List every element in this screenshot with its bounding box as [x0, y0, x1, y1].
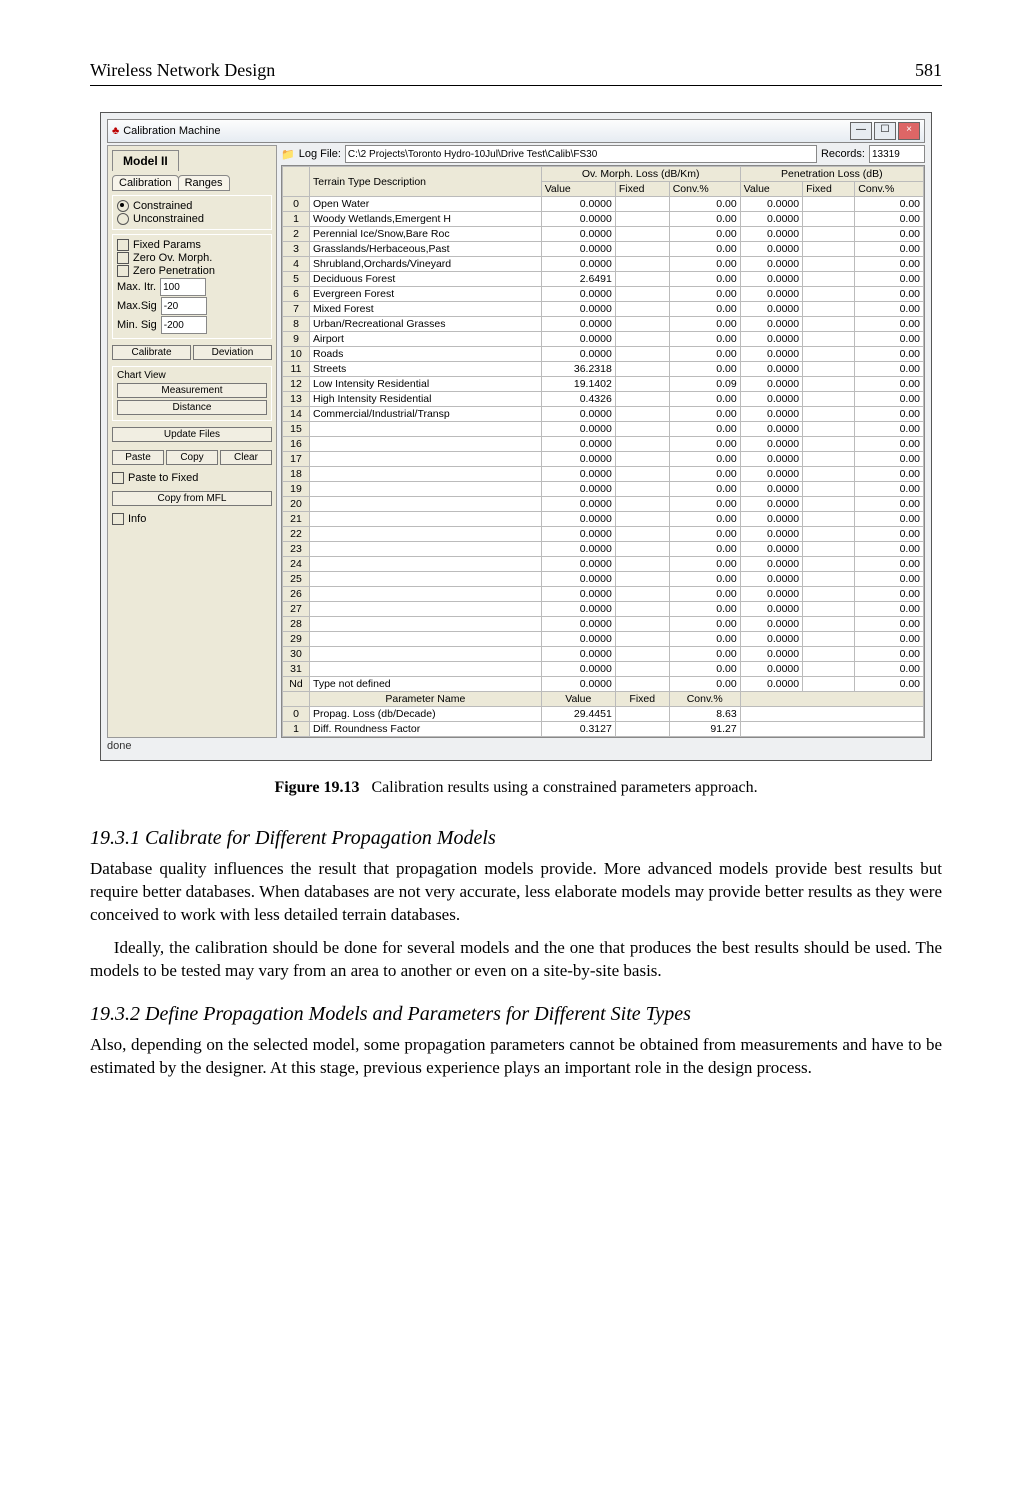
table-row[interactable]: 1Diff. Roundness Factor0.312791.27	[283, 722, 924, 737]
copy-button[interactable]: Copy	[166, 450, 218, 465]
table-row[interactable]: 8Urban/Recreational Grasses0.00000.000.0…	[283, 317, 924, 332]
distance-button[interactable]: Distance	[117, 400, 267, 415]
check-info[interactable]: Info	[112, 513, 272, 525]
terrain-table: Terrain Type Description Ov. Morph. Loss…	[282, 166, 924, 737]
table-row[interactable]: 160.00000.000.00000.00	[283, 437, 924, 452]
radio-unconstrained[interactable]: Unconstrained	[117, 213, 267, 225]
table-row[interactable]: 4Shrubland,Orchards/Vineyard0.00000.000.…	[283, 257, 924, 272]
chart-view-label: Chart View	[117, 370, 267, 381]
check-zero-penetration[interactable]: Zero Penetration	[117, 265, 267, 277]
minimize-button[interactable]: —	[850, 122, 872, 140]
group-ov-morph: Ov. Morph. Loss (dB/Km)	[541, 167, 740, 182]
table-row[interactable]: 9Airport0.00000.000.00000.00	[283, 332, 924, 347]
table-row[interactable]: 0Propag. Loss (db/Decade)29.44518.63	[283, 707, 924, 722]
window-title: Calibration Machine	[123, 125, 220, 137]
col-ov-fixed: Fixed	[615, 182, 669, 197]
check-fixed-params[interactable]: Fixed Params	[117, 239, 267, 251]
table-row[interactable]: 240.00000.000.00000.00	[283, 557, 924, 572]
figure-window: ♣ Calibration Machine — ☐ × Model II Cal…	[100, 112, 932, 761]
table-row[interactable]: NdType not defined0.00000.000.00000.00	[283, 677, 924, 692]
table-row[interactable]: 200.00000.000.00000.00	[283, 497, 924, 512]
status-bar: done	[107, 740, 925, 752]
table-row[interactable]: 2Perennial Ice/Snow,Bare Roc0.00000.000.…	[283, 227, 924, 242]
table-row[interactable]: 220.00000.000.00000.00	[283, 527, 924, 542]
table-row[interactable]: 12Low Intensity Residential19.14020.090.…	[283, 377, 924, 392]
section-19-3-1-p1: Database quality influences the result t…	[90, 858, 942, 927]
col-pen-fixed: Fixed	[803, 182, 855, 197]
app-icon: ♣	[112, 125, 119, 137]
section-19-3-1-p2: Ideally, the calibration should be done …	[90, 937, 942, 983]
table-row[interactable]: 170.00000.000.00000.00	[283, 452, 924, 467]
col-ov-value: Value	[541, 182, 615, 197]
input-max-itr[interactable]	[160, 278, 206, 296]
table-row[interactable]: 0Open Water0.00000.000.00000.00	[283, 197, 924, 212]
table-row[interactable]: 210.00000.000.00000.00	[283, 512, 924, 527]
table-row[interactable]: 11Streets36.23180.000.00000.00	[283, 362, 924, 377]
section-19-3-1-head: 19.3.1 Calibrate for Different Propagati…	[90, 827, 942, 850]
check-zero-ov-morph[interactable]: Zero Ov. Morph.	[117, 252, 267, 264]
col-terrain: Terrain Type Description	[310, 167, 542, 197]
update-files-button[interactable]: Update Files	[112, 427, 272, 442]
table-row[interactable]: 290.00000.000.00000.00	[283, 632, 924, 647]
section-19-3-2-head: 19.3.2 Define Propagation Models and Par…	[90, 1003, 942, 1026]
model-tab[interactable]: Model II	[112, 150, 179, 171]
figure-caption: Figure 19.13 Calibration results using a…	[90, 779, 942, 797]
tab-ranges[interactable]: Ranges	[178, 175, 230, 191]
col-pen-value: Value	[740, 182, 802, 197]
col-ov-conv: Conv.%	[669, 182, 740, 197]
records-input[interactable]	[869, 145, 925, 163]
input-max-sig[interactable]	[161, 297, 207, 315]
table-row[interactable]: 1Woody Wetlands,Emergent H0.00000.000.00…	[283, 212, 924, 227]
tab-calibration[interactable]: Calibration	[112, 175, 179, 191]
table-row[interactable]: 3Grasslands/Herbaceous,Past0.00000.000.0…	[283, 242, 924, 257]
table-row[interactable]: 6Evergreen Forest0.00000.000.00000.00	[283, 287, 924, 302]
table-row[interactable]: 280.00000.000.00000.00	[283, 617, 924, 632]
section-19-3-2-p1: Also, depending on the selected model, s…	[90, 1034, 942, 1080]
calibrate-button[interactable]: Calibrate	[112, 345, 191, 360]
table-row[interactable]: 310.00000.000.00000.00	[283, 662, 924, 677]
table-row[interactable]: 270.00000.000.00000.00	[283, 602, 924, 617]
group-penetration: Penetration Loss (dB)	[740, 167, 923, 182]
deviation-button[interactable]: Deviation	[193, 345, 272, 360]
close-button[interactable]: ×	[898, 122, 920, 140]
maximize-button[interactable]: ☐	[874, 122, 896, 140]
caption-label: Figure 19.13	[274, 779, 359, 796]
left-panel: Model II Calibration Ranges Constrained …	[107, 145, 277, 738]
header-right: 581	[915, 60, 942, 81]
col-pen-conv: Conv.%	[855, 182, 924, 197]
table-row[interactable]: 7Mixed Forest0.00000.000.00000.00	[283, 302, 924, 317]
copy-from-mfl-button[interactable]: Copy from MFL	[112, 491, 272, 506]
caption-text: Calibration results using a constrained …	[371, 779, 757, 796]
measurement-button[interactable]: Measurement	[117, 383, 267, 398]
label-max-itr: Max. Itr.	[117, 281, 156, 293]
table-row[interactable]: 10Roads0.00000.000.00000.00	[283, 347, 924, 362]
label-max-sig: Max.Sig	[117, 300, 157, 312]
check-paste-to-fixed[interactable]: Paste to Fixed	[112, 472, 272, 484]
log-file-label: Log File:	[299, 148, 341, 160]
table-row[interactable]: 14Commercial/Industrial/Transp0.00000.00…	[283, 407, 924, 422]
table-row[interactable]: 150.00000.000.00000.00	[283, 422, 924, 437]
table-row[interactable]: 260.00000.000.00000.00	[283, 587, 924, 602]
input-min-sig[interactable]	[161, 316, 207, 334]
folder-icon[interactable]: 📁	[281, 148, 295, 161]
param-header: Parameter Name	[310, 692, 542, 707]
log-file-input[interactable]	[345, 145, 817, 163]
radio-constrained[interactable]: Constrained	[117, 200, 267, 212]
clear-button[interactable]: Clear	[220, 450, 272, 465]
table-row[interactable]: 250.00000.000.00000.00	[283, 572, 924, 587]
table-row[interactable]: 190.00000.000.00000.00	[283, 482, 924, 497]
paste-button[interactable]: Paste	[112, 450, 164, 465]
table-row[interactable]: 5Deciduous Forest2.64910.000.00000.00	[283, 272, 924, 287]
page-header: Wireless Network Design 581	[90, 60, 942, 86]
table-row[interactable]: 300.00000.000.00000.00	[283, 647, 924, 662]
header-left: Wireless Network Design	[90, 60, 275, 81]
table-row[interactable]: 180.00000.000.00000.00	[283, 467, 924, 482]
label-min-sig: Min. Sig	[117, 319, 157, 331]
table-row[interactable]: 230.00000.000.00000.00	[283, 542, 924, 557]
records-label: Records:	[821, 148, 865, 160]
window-title-bar: ♣ Calibration Machine — ☐ ×	[107, 119, 925, 143]
table-row[interactable]: 13High Intensity Residential0.43260.000.…	[283, 392, 924, 407]
